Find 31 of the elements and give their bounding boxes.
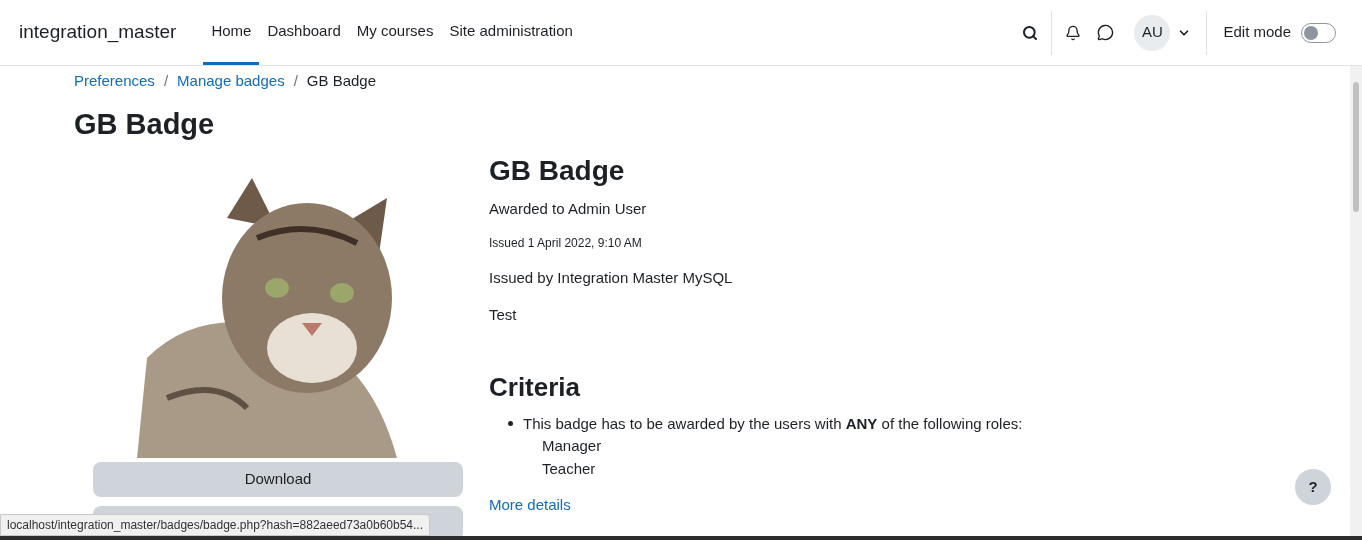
badge-name: GB Badge bbox=[489, 154, 626, 188]
badge-description: Test bbox=[489, 305, 518, 325]
bullet-icon bbox=[508, 420, 513, 426]
nav-link[interactable]: Site administration bbox=[441, 0, 581, 65]
messages-icon[interactable] bbox=[1097, 24, 1115, 41]
issuer: Issued by Integration Master MySQL bbox=[489, 267, 734, 288]
nav-link[interactable]: Home bbox=[203, 0, 260, 65]
criteria-heading: Criteria bbox=[489, 370, 582, 403]
role-name: Manager bbox=[542, 436, 603, 456]
site-name[interactable]: integration_master bbox=[19, 18, 177, 47]
status-url-tooltip: localhost/integration_master/badges/badge.php?hash=882aeed73a0b60b54... bbox=[0, 514, 430, 536]
breadcrumb-separator: / bbox=[163, 70, 169, 91]
notification-bell-icon[interactable] bbox=[1065, 24, 1082, 41]
breadcrumb-link[interactable]: Manage badges bbox=[177, 69, 285, 93]
nav-link[interactable]: My courses bbox=[348, 0, 442, 65]
breadcrumb-link[interactable]: Preferences bbox=[74, 69, 155, 93]
breadcrumb-current: GB Badge bbox=[306, 70, 377, 91]
user-avatar[interactable]: AU bbox=[1134, 14, 1171, 51]
role-name: Teacher bbox=[542, 458, 597, 479]
breadcrumb-separator: / bbox=[293, 70, 298, 91]
nav-link[interactable]: Dashboard bbox=[259, 0, 349, 65]
edit-mode-switch[interactable] bbox=[1301, 22, 1336, 43]
criteria-text: This badge has to be awarded by the users with ANY of the following roles: bbox=[523, 414, 1023, 432]
more-details-link[interactable]: More details bbox=[489, 494, 1023, 517]
download-button[interactable]: Download bbox=[93, 462, 463, 497]
edit-mode-label: Edit mode bbox=[1223, 22, 1291, 43]
page-title: GB Badge bbox=[74, 107, 216, 142]
awarded-to: Awarded to Admin User bbox=[489, 199, 648, 219]
search-icon[interactable] bbox=[1022, 24, 1039, 41]
issued-date: Issued 1 April 2022, 9:10 AM bbox=[489, 234, 643, 252]
help-button[interactable]: ? bbox=[1295, 469, 1331, 505]
